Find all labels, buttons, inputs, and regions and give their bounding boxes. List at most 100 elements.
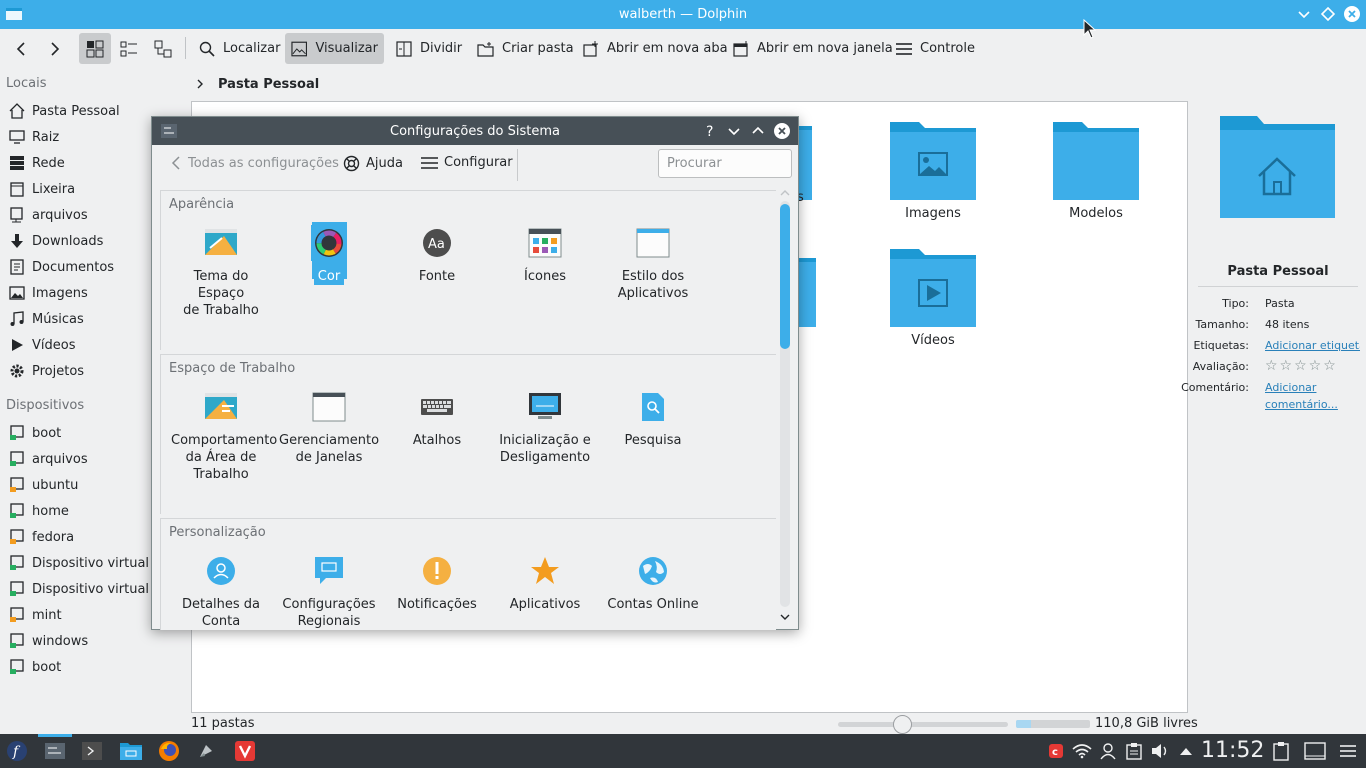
details-view-button[interactable] [147, 33, 179, 64]
maximize-button[interactable] [1319, 5, 1337, 23]
module-notifications[interactable]: Notificações [387, 553, 487, 613]
sidebar-item-label: arquivos [32, 207, 88, 223]
drive-icon [8, 528, 26, 546]
task-firefox[interactable] [157, 740, 181, 762]
chevron-right-icon[interactable] [194, 78, 206, 90]
dialog-close-button[interactable] [773, 122, 791, 140]
sidebar-item-label: Documentos [32, 259, 115, 275]
module-applications[interactable]: Aplicativos [495, 553, 595, 613]
digital-clock[interactable]: 11:52 [1201, 738, 1264, 763]
task-system-settings[interactable] [43, 740, 67, 762]
module-icons[interactable]: Ícones [495, 225, 595, 285]
compact-view-button[interactable] [113, 33, 145, 64]
module-window-management[interactable]: Gerenciamento de Janelas [279, 389, 379, 466]
help-button[interactable]: Ajuda [343, 155, 403, 172]
module-label: Fonte [418, 269, 456, 284]
info-tags-label: Etiquetas: [1193, 339, 1249, 352]
startup-shutdown-icon [527, 389, 563, 425]
module-search[interactable]: Pesquisa [603, 389, 703, 449]
folder-item-images[interactable]: Imagens [873, 120, 993, 221]
module-startup-shutdown[interactable]: Inicialização e Desligamento [495, 389, 595, 466]
rating-stars[interactable]: ☆☆☆☆☆ [1265, 358, 1338, 374]
new-folder-button[interactable]: Criar pasta [471, 33, 580, 64]
tray-calendar-icon[interactable] [1269, 740, 1293, 762]
module-shortcuts[interactable]: Atalhos [387, 389, 487, 449]
compact-view-icon [120, 41, 137, 56]
info-rating-label: Avaliação: [1192, 360, 1249, 373]
module-workspace-theme[interactable]: Tema do Espaço de Trabalho [171, 225, 271, 319]
show-desktop-icon[interactable] [1303, 740, 1327, 762]
tray-security-icon[interactable]: c [1044, 740, 1068, 762]
add-comment-link-2[interactable]: comentário... [1265, 398, 1338, 411]
icons-view-button[interactable] [79, 33, 111, 64]
control-menu-button[interactable]: Controle [890, 33, 981, 64]
tray-wifi-icon[interactable] [1070, 740, 1094, 762]
module-application-style[interactable]: Estilo dos Aplicativos [603, 225, 703, 302]
minimize-button[interactable] [1295, 5, 1313, 23]
tray-user-icon[interactable] [1096, 740, 1120, 762]
split-button[interactable]: Dividir [390, 33, 468, 64]
module-color[interactable]: Cor [279, 225, 379, 285]
info-size-label: Tamanho: [1195, 318, 1249, 331]
zoom-slider-handle[interactable] [893, 715, 912, 734]
folder-item-models[interactable]: Modelos [1036, 120, 1156, 221]
module-regional-settings[interactable]: Configurações Regionais [279, 553, 379, 630]
task-dolphin[interactable] [119, 740, 143, 762]
forward-button[interactable] [42, 33, 76, 64]
module-label-line2: Desligamento [499, 450, 591, 465]
add-comment-link[interactable]: Adicionar [1265, 381, 1316, 394]
preview-button[interactable]: Visualizar [285, 33, 384, 64]
info-size-value: 48 itens [1265, 318, 1310, 331]
back-button[interactable] [8, 33, 42, 64]
tree-view-icon [154, 40, 172, 57]
breadcrumb-current[interactable]: Pasta Pessoal [218, 77, 319, 92]
close-button[interactable] [1343, 5, 1361, 23]
folder-item-videos[interactable]: Vídeos [873, 247, 993, 348]
open-new-window-button[interactable]: Abrir em nova janela [727, 33, 899, 64]
firefox-icon [159, 741, 179, 761]
find-button[interactable]: Localizar [193, 33, 286, 64]
dialog-maximize-button[interactable] [749, 122, 767, 140]
preview-label: Visualizar [315, 41, 378, 56]
configure-button[interactable]: Configurar [421, 155, 513, 170]
system-settings-dialog[interactable]: Configurações do Sistema ? Todas as conf… [151, 116, 799, 630]
star-icon [527, 553, 563, 589]
dialog-titlebar[interactable]: Configurações do Sistema ? [152, 117, 798, 145]
sidebar-item-label: fedora [32, 529, 75, 545]
zoom-slider-track[interactable] [838, 722, 1008, 727]
module-font[interactable]: Aa Fonte [387, 225, 487, 285]
task-terminal[interactable] [80, 740, 104, 762]
task-launcher-rocket[interactable] [194, 740, 218, 762]
panel-menu-icon[interactable] [1336, 740, 1360, 762]
module-account-details[interactable]: Detalhes da Conta [171, 553, 271, 630]
all-settings-back-button[interactable]: Todas as configurações [170, 155, 339, 171]
settings-search-input[interactable] [658, 149, 792, 178]
drive-icon [8, 632, 26, 650]
scroll-down-arrow[interactable] [780, 613, 790, 621]
dialog-minimize-button[interactable] [725, 122, 743, 140]
folder-name: Vídeos [911, 333, 955, 348]
tray-volume-icon[interactable] [1148, 740, 1172, 762]
sidebar-device-windows[interactable]: windows [0, 628, 185, 654]
sidebar-device-boot-2[interactable]: boot [0, 654, 185, 680]
module-label: Inicialização e [499, 433, 591, 448]
window-titlebar[interactable]: walberth — Dolphin [0, 0, 1366, 29]
globe-icon [635, 553, 671, 589]
add-tags-link[interactable]: Adicionar etiquetas [1265, 339, 1360, 352]
help-question-button[interactable]: ? [701, 122, 719, 140]
dialog-scrollbar-thumb[interactable] [780, 204, 790, 349]
open-new-tab-button[interactable]: Abrir em nova aba [577, 33, 734, 64]
forward-icon [51, 41, 60, 56]
keyboard-icon [419, 389, 455, 425]
sidebar-item-label: Downloads [32, 233, 104, 249]
tray-clipboard-icon[interactable] [1122, 740, 1146, 762]
tray-expand-arrow-icon[interactable] [1174, 740, 1198, 762]
breadcrumb[interactable]: Pasta Pessoal [190, 74, 319, 94]
module-online-accounts[interactable]: Contas Online [603, 553, 703, 613]
scroll-up-arrow[interactable] [780, 189, 790, 197]
folder-name: Imagens [905, 206, 961, 221]
section-appearance: Aparência Tema do Espaço de Trabalho Cor … [160, 190, 776, 350]
module-desktop-behavior[interactable]: Comportamento da Área de Trabalho [171, 389, 277, 483]
task-vivaldi[interactable] [233, 740, 257, 762]
application-launcher[interactable]: f [5, 740, 29, 762]
